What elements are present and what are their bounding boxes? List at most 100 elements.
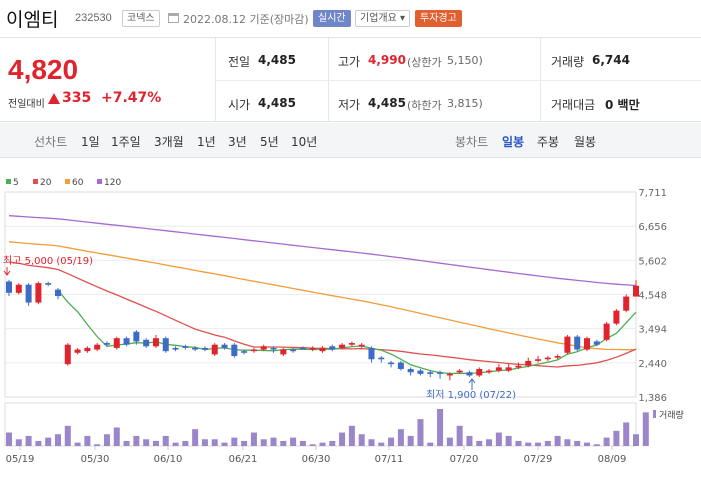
legend-label: 20 <box>40 178 52 188</box>
volume-bar <box>593 444 600 446</box>
y-tick-label: 2,440 <box>638 359 667 370</box>
x-tick-label: 07/11 <box>375 454 404 465</box>
volume-bar <box>574 440 581 446</box>
period-1y[interactable]: 1년 <box>197 133 216 150</box>
legend-swatch <box>33 179 38 184</box>
candle-body <box>623 296 630 311</box>
y-tick-label: 4,548 <box>638 291 667 302</box>
candle-body <box>535 359 542 361</box>
high-value: 4,990 <box>368 53 406 67</box>
up-triangle-icon <box>48 93 60 104</box>
volume-bar <box>388 437 395 446</box>
high-label: 고가 <box>338 55 361 69</box>
volume-bar <box>64 425 71 446</box>
volume-bar <box>603 437 610 446</box>
candle-body <box>544 357 551 360</box>
company-info-dropdown[interactable]: 기업개요 ▾ <box>355 10 410 27</box>
volume-bar <box>339 432 346 446</box>
legend-label: 60 <box>72 178 84 188</box>
realtime-button[interactable]: 실시간 <box>313 10 351 27</box>
candle-body <box>603 323 610 340</box>
period-3y[interactable]: 3년 <box>228 133 247 150</box>
stock-code: 232530 <box>75 12 112 24</box>
candle-body <box>94 344 101 350</box>
candle-body <box>250 349 257 352</box>
moving-average-line <box>57 289 637 375</box>
volume-bar <box>358 434 365 446</box>
candle-body <box>515 365 522 368</box>
volume-bar <box>201 439 208 446</box>
high-annotation: 최고 5,000 (05/19) <box>3 255 93 267</box>
lower-limit-label: (하한가 <box>407 99 442 112</box>
candle-body <box>427 372 434 374</box>
candle-body <box>397 362 404 369</box>
period-1w[interactable]: 1주일 <box>111 133 141 150</box>
period-10y[interactable]: 10년 <box>291 133 317 150</box>
candle-body <box>15 284 22 293</box>
candle-body <box>260 346 267 350</box>
candle-body <box>584 338 591 350</box>
candle-daily[interactable]: 일봉 <box>502 133 524 150</box>
volume-value: 6,744 <box>592 53 630 67</box>
candle-body <box>348 343 355 345</box>
volume-bar <box>486 439 493 446</box>
candle-body <box>74 349 81 353</box>
volume-bar <box>544 440 551 446</box>
candle-body <box>446 373 453 376</box>
legend-swatch <box>6 179 11 184</box>
period-3m[interactable]: 3개월 <box>154 133 184 150</box>
volume-bar <box>495 432 502 446</box>
trade-amount-label: 거래대금 <box>551 98 596 112</box>
candle-body <box>564 336 571 353</box>
volume-label: 거래량 <box>551 55 585 69</box>
volume-bar <box>368 439 375 446</box>
candle-body <box>476 368 483 376</box>
volume-bar <box>221 442 228 446</box>
volume-bar <box>525 442 532 446</box>
volume-bar <box>241 440 248 446</box>
volume-legend-swatch <box>653 410 656 418</box>
candle-body <box>25 284 32 303</box>
base-date: 2022.08.12 기준(장마감) <box>183 13 309 26</box>
volume-bar <box>319 442 326 446</box>
volume-bar <box>584 442 591 446</box>
candle-body <box>211 344 218 355</box>
volume-label: 거래량 <box>659 409 684 421</box>
candle-body <box>368 347 375 360</box>
volume-bar <box>535 442 542 446</box>
volume-bar <box>505 435 512 446</box>
stock-name: 이엠티 <box>6 9 59 31</box>
candle-body <box>299 347 306 350</box>
volume-bar <box>299 440 306 446</box>
low-label: 저가 <box>338 98 361 112</box>
period-1d[interactable]: 1일 <box>81 133 100 150</box>
candle-body <box>143 339 150 347</box>
candle-weekly[interactable]: 주봉 <box>537 133 559 150</box>
candle-body <box>495 367 502 371</box>
candle-body <box>133 331 140 342</box>
volume-bar <box>74 442 81 446</box>
volume-bar <box>231 437 238 446</box>
volume-bar <box>417 419 424 446</box>
volume-bar <box>290 437 297 446</box>
x-tick-label: 05/30 <box>81 454 110 465</box>
candle-body <box>466 372 473 376</box>
volume-bar <box>397 429 404 446</box>
candle-body <box>103 343 110 345</box>
candle-monthly[interactable]: 월봉 <box>574 133 596 150</box>
candle-body <box>182 346 189 348</box>
current-price: 4,820 <box>8 54 79 85</box>
period-5y[interactable]: 5년 <box>260 133 279 150</box>
volume-bar <box>123 440 130 446</box>
open-label: 시가 <box>228 98 251 112</box>
candle-body <box>64 344 71 365</box>
volume-bar <box>348 425 355 446</box>
legend-swatch <box>97 179 102 184</box>
x-tick-label: 07/29 <box>524 454 553 465</box>
candle-body <box>456 370 463 373</box>
change-value: 335 <box>62 90 92 106</box>
change-label: 전일대비 <box>8 99 45 110</box>
candle-body <box>329 346 336 350</box>
line-chart-label: 선차트 <box>34 135 68 149</box>
candle-body <box>231 344 238 357</box>
